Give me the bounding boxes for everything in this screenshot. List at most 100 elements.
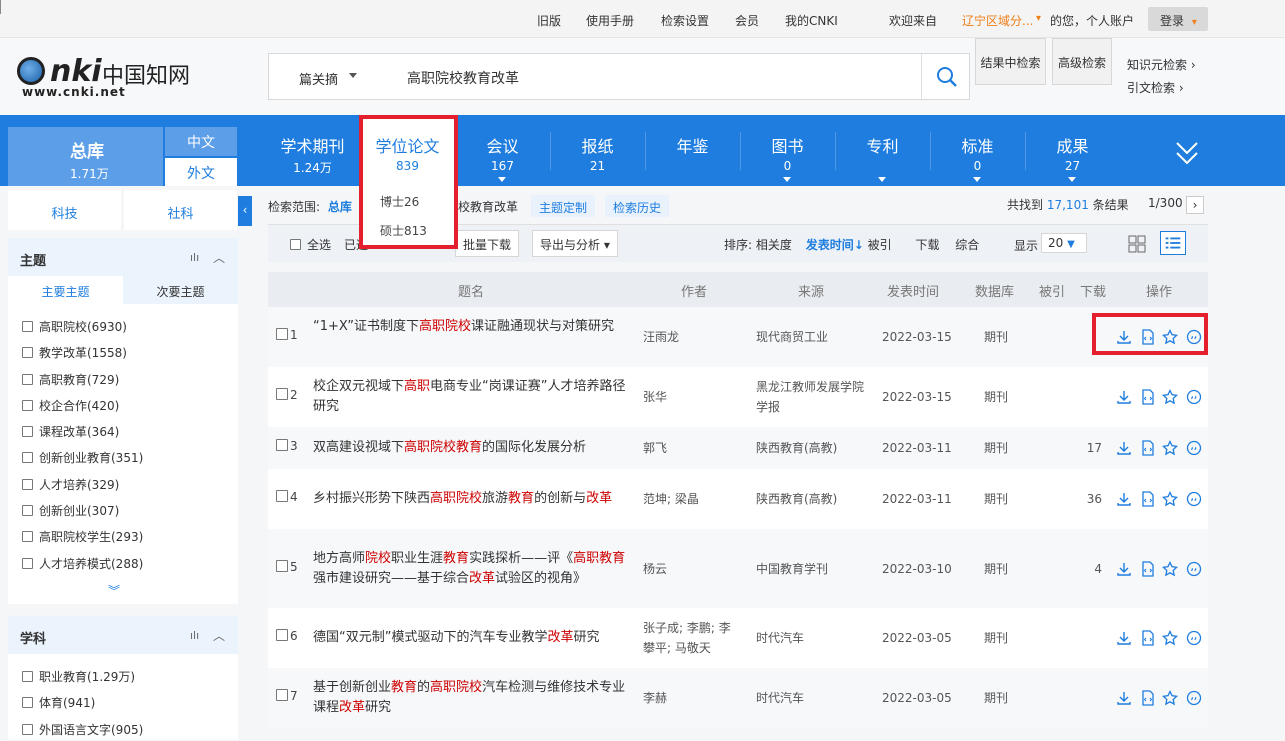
result-author[interactable]: 张子成; 李鹏; 李攀平; 马敬天: [643, 618, 738, 658]
my-cnki-link[interactable]: 我的CNKI: [785, 12, 838, 29]
star-icon[interactable]: [1162, 389, 1178, 405]
checkbox[interactable]: [276, 490, 288, 502]
quote-icon[interactable]: [1186, 690, 1202, 706]
sort-downloads[interactable]: 下载: [915, 238, 939, 252]
checkbox[interactable]: [22, 697, 33, 709]
member-link[interactable]: 会员: [735, 12, 759, 29]
result-author[interactable]: 郭飞: [643, 438, 738, 458]
tab-conferences[interactable]: 会议 167: [455, 115, 550, 186]
download-icon[interactable]: [1116, 561, 1132, 577]
sort-composite[interactable]: 综合: [955, 238, 979, 252]
checkbox[interactable]: [22, 478, 33, 490]
checkbox[interactable]: [276, 560, 288, 572]
quote-icon[interactable]: [1186, 440, 1202, 456]
region-link[interactable]: 辽宁区域分...: [962, 12, 1033, 29]
result-title-link[interactable]: 基于创新创业教育的高职院校汽车检测与维修技术专业课程改革研究: [313, 678, 638, 718]
scope-value[interactable]: 总库: [328, 200, 352, 214]
result-author[interactable]: 范坤; 梁晶: [643, 489, 738, 509]
checkbox[interactable]: [22, 347, 33, 359]
sort-cited[interactable]: 被引: [868, 238, 892, 252]
facet-item[interactable]: 课程改革(364): [8, 417, 238, 443]
search-field-select[interactable]: 篇关摘: [299, 69, 338, 88]
facet-item[interactable]: 高职教育(729): [8, 365, 238, 391]
sort-relevance[interactable]: 相关度: [756, 238, 792, 252]
checkbox[interactable]: [22, 723, 33, 735]
tab-science[interactable]: 科技: [8, 190, 121, 230]
download-icon[interactable]: [1116, 440, 1132, 456]
old-version-link[interactable]: 旧版: [537, 12, 561, 29]
tab-primary-theme[interactable]: 主要主题: [8, 276, 123, 304]
batch-download-button[interactable]: 批量下载: [455, 230, 520, 257]
checkbox[interactable]: [22, 671, 33, 682]
row-select[interactable]: 7: [276, 689, 298, 703]
tab-patents[interactable]: 专利: [835, 115, 930, 186]
result-source[interactable]: 陕西教育(高教): [756, 438, 871, 458]
facet-item[interactable]: 体育(941): [8, 688, 238, 714]
search-history-button[interactable]: 检索历史: [605, 195, 670, 217]
lang-chinese-tab[interactable]: 中文: [165, 127, 237, 156]
quote-icon[interactable]: [1186, 389, 1202, 405]
chart-icon[interactable]: ılı: [190, 629, 199, 642]
list-view-icon[interactable]: [1160, 231, 1186, 255]
facet-item[interactable]: 人才培养(329): [8, 470, 238, 496]
tab-yearbooks[interactable]: 年鉴: [645, 115, 740, 186]
result-title-link[interactable]: 地方高师院校职业生涯教育实践探析——评《高职教育强市建设研究——基于综合改革试验…: [313, 549, 638, 589]
checkbox[interactable]: [276, 629, 288, 641]
login-button[interactable]: 登录 ▾: [1148, 7, 1208, 31]
result-title-link[interactable]: 校企双元视域下高职电商专业“岗课证赛”人才培养路径研究: [313, 377, 638, 417]
result-source[interactable]: 中国教育学刊: [756, 559, 871, 579]
knowledge-search-link[interactable]: 知识元检索 ›: [1127, 56, 1196, 73]
result-author[interactable]: 汪雨龙: [643, 327, 738, 347]
star-icon[interactable]: [1162, 491, 1178, 507]
citation-search-link[interactable]: 引文检索 ›: [1127, 79, 1184, 96]
checkbox[interactable]: [276, 328, 288, 340]
result-author[interactable]: 张华: [643, 387, 738, 407]
row-select[interactable]: 6: [276, 629, 298, 643]
result-title-link[interactable]: 乡村振兴形势下陕西高职院校旅游教育的创新与改革: [313, 489, 638, 509]
result-source[interactable]: 陕西教育(高教): [756, 489, 871, 509]
search-in-results-button[interactable]: 结果中检索: [975, 38, 1046, 85]
facet-header[interactable]: 学科 ılı ︿: [8, 616, 238, 654]
search-settings-link[interactable]: 检索设置: [661, 12, 709, 29]
quote-icon[interactable]: [1186, 561, 1202, 577]
advanced-search-button[interactable]: 高级检索: [1052, 38, 1112, 85]
result-downloads[interactable]: 17: [1078, 438, 1102, 458]
tab-journals[interactable]: 学术期刊 1.24万: [265, 115, 360, 186]
facet-item[interactable]: 校企合作(420): [8, 391, 238, 417]
star-icon[interactable]: [1162, 440, 1178, 456]
html-read-icon[interactable]: [1140, 630, 1156, 646]
star-icon[interactable]: [1162, 630, 1178, 646]
facet-item[interactable]: 人才培养模式(288): [8, 549, 238, 575]
tab-secondary-theme[interactable]: 次要主题: [123, 276, 238, 304]
checkbox[interactable]: [22, 452, 33, 464]
download-icon[interactable]: [1116, 630, 1132, 646]
star-icon[interactable]: [1162, 561, 1178, 577]
row-select[interactable]: 3: [276, 439, 298, 453]
result-title-link[interactable]: 双高建设视域下高职院校教育的国际化发展分析: [313, 438, 638, 458]
chevron-up-icon[interactable]: ︿: [213, 627, 225, 644]
checkbox[interactable]: [22, 557, 33, 569]
page-size-select[interactable]: 20 ▼: [1041, 233, 1087, 253]
checkbox[interactable]: [22, 321, 33, 332]
result-downloads[interactable]: 36: [1078, 489, 1102, 509]
checkbox[interactable]: [290, 239, 301, 250]
result-source[interactable]: 时代汽车: [756, 628, 871, 648]
theme-custom-button[interactable]: 主题定制: [531, 195, 596, 217]
facet-item[interactable]: 创新创业(307): [8, 496, 238, 522]
download-icon[interactable]: [1116, 389, 1132, 405]
result-author[interactable]: 杨云: [643, 559, 738, 579]
checkbox[interactable]: [22, 373, 33, 385]
download-icon[interactable]: [1116, 690, 1132, 706]
html-read-icon[interactable]: [1140, 440, 1156, 456]
chart-icon[interactable]: ılı: [190, 251, 199, 264]
html-read-icon[interactable]: [1140, 491, 1156, 507]
expand-more-icon[interactable]: ︾: [108, 582, 120, 599]
facet-header[interactable]: 主题 ılı ︿: [8, 238, 238, 276]
tab-achievements[interactable]: 成果 27: [1025, 115, 1120, 186]
lang-foreign-tab[interactable]: 外文: [165, 158, 237, 187]
facet-item[interactable]: 教学改革(1558): [8, 338, 238, 364]
cnki-logo[interactable]: nki 中国知网 www.cnki.net: [12, 52, 192, 100]
chevron-up-icon[interactable]: ︿: [213, 249, 225, 266]
tab-standards[interactable]: 标准 0: [930, 115, 1025, 186]
result-downloads[interactable]: 4: [1078, 559, 1102, 579]
